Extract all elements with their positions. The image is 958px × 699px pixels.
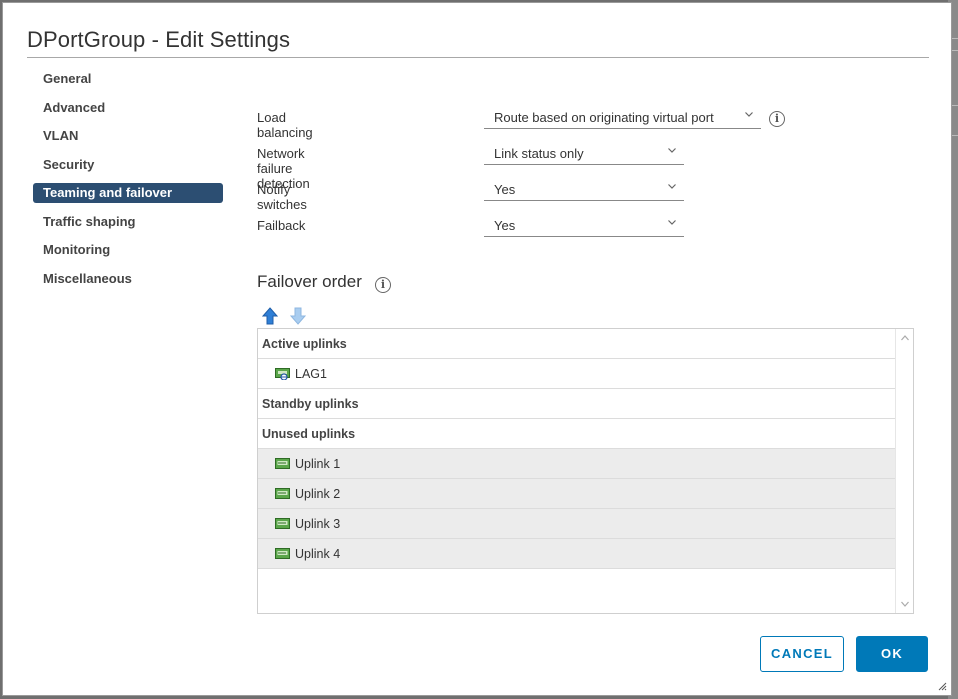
network-failure-detection-value: Link status only: [494, 146, 584, 161]
group-label: Unused uplinks: [262, 427, 356, 441]
settings-nav: General Advanced VLAN Security Teaming a…: [33, 69, 223, 297]
group-active-uplinks[interactable]: Active uplinks: [258, 329, 896, 359]
chevron-down-icon: [668, 184, 676, 189]
scroll-down-icon[interactable]: [901, 601, 909, 607]
list-item-uplink-4[interactable]: Uplink 4: [258, 539, 896, 569]
failover-order-rows: Active uplinks LAG1 Standby uplinks Unus…: [258, 329, 896, 569]
failback-select[interactable]: Yes: [484, 211, 684, 237]
list-item-label: Uplink 4: [295, 547, 341, 561]
list-item-label: Uplink 2: [295, 487, 341, 501]
group-unused-uplinks[interactable]: Unused uplinks: [258, 419, 896, 449]
lag-icon: [275, 368, 290, 380]
failback-value: Yes: [494, 218, 516, 233]
resize-handle-icon[interactable]: [937, 681, 947, 691]
nav-item-advanced[interactable]: Advanced: [33, 98, 223, 118]
nav-item-monitoring[interactable]: Monitoring: [33, 240, 223, 260]
chevron-down-icon: [745, 112, 753, 117]
list-scrollbar[interactable]: [895, 329, 913, 613]
failback-label: Failback: [257, 218, 306, 233]
load-balancing-value: Route based on originating virtual port: [494, 110, 714, 125]
network-failure-detection-select[interactable]: Link status only: [484, 139, 684, 165]
nav-item-miscellaneous[interactable]: Miscellaneous: [33, 269, 223, 289]
group-label: Active uplinks: [262, 337, 347, 351]
load-balancing-info-icon[interactable]: i: [769, 111, 785, 127]
ok-button[interactable]: OK: [856, 636, 928, 672]
nav-item-general[interactable]: General: [33, 69, 223, 89]
nav-item-teaming-and-failover[interactable]: Teaming and failover: [33, 183, 223, 203]
uplink-icon: [275, 548, 290, 559]
notify-switches-label: Notify switches: [257, 182, 307, 212]
uplink-icon: [275, 458, 290, 469]
group-label: Standby uplinks: [262, 397, 359, 411]
chevron-down-icon: [668, 220, 676, 225]
list-item-uplink-3[interactable]: Uplink 3: [258, 509, 896, 539]
nav-item-vlan[interactable]: VLAN: [33, 126, 223, 146]
list-item-uplink-2[interactable]: Uplink 2: [258, 479, 896, 509]
move-up-icon[interactable]: [262, 307, 278, 325]
title-divider: [27, 57, 929, 58]
group-standby-uplinks[interactable]: Standby uplinks: [258, 389, 896, 419]
list-item-lag1[interactable]: LAG1: [258, 359, 896, 389]
failover-order-info-icon[interactable]: i: [375, 277, 391, 293]
notify-switches-select[interactable]: Yes: [484, 175, 684, 201]
load-balancing-label: Load balancing: [257, 110, 313, 140]
uplink-icon: [275, 518, 290, 529]
list-item-label: Uplink 1: [295, 457, 341, 471]
list-item-label: Uplink 3: [295, 517, 341, 531]
load-balancing-select[interactable]: Route based on originating virtual port: [484, 103, 761, 129]
dialog-title: DPortGroup - Edit Settings: [27, 27, 291, 52]
list-item-label: LAG1: [295, 367, 327, 381]
uplink-icon: [275, 488, 290, 499]
edit-settings-dialog: DPortGroup - Edit Settings General Advan…: [2, 2, 952, 696]
chevron-down-icon: [668, 148, 676, 153]
nav-item-security[interactable]: Security: [33, 155, 223, 175]
list-item-uplink-1[interactable]: Uplink 1: [258, 449, 896, 479]
cancel-button[interactable]: CANCEL: [760, 636, 844, 672]
notify-switches-value: Yes: [494, 182, 516, 197]
nav-item-traffic-shaping[interactable]: Traffic shaping: [33, 212, 223, 232]
scroll-up-icon[interactable]: [901, 335, 909, 341]
failover-order-list[interactable]: Active uplinks LAG1 Standby uplinks Unus…: [257, 328, 914, 614]
move-down-icon[interactable]: [290, 307, 306, 325]
failover-order-title: Failover order: [257, 272, 362, 291]
